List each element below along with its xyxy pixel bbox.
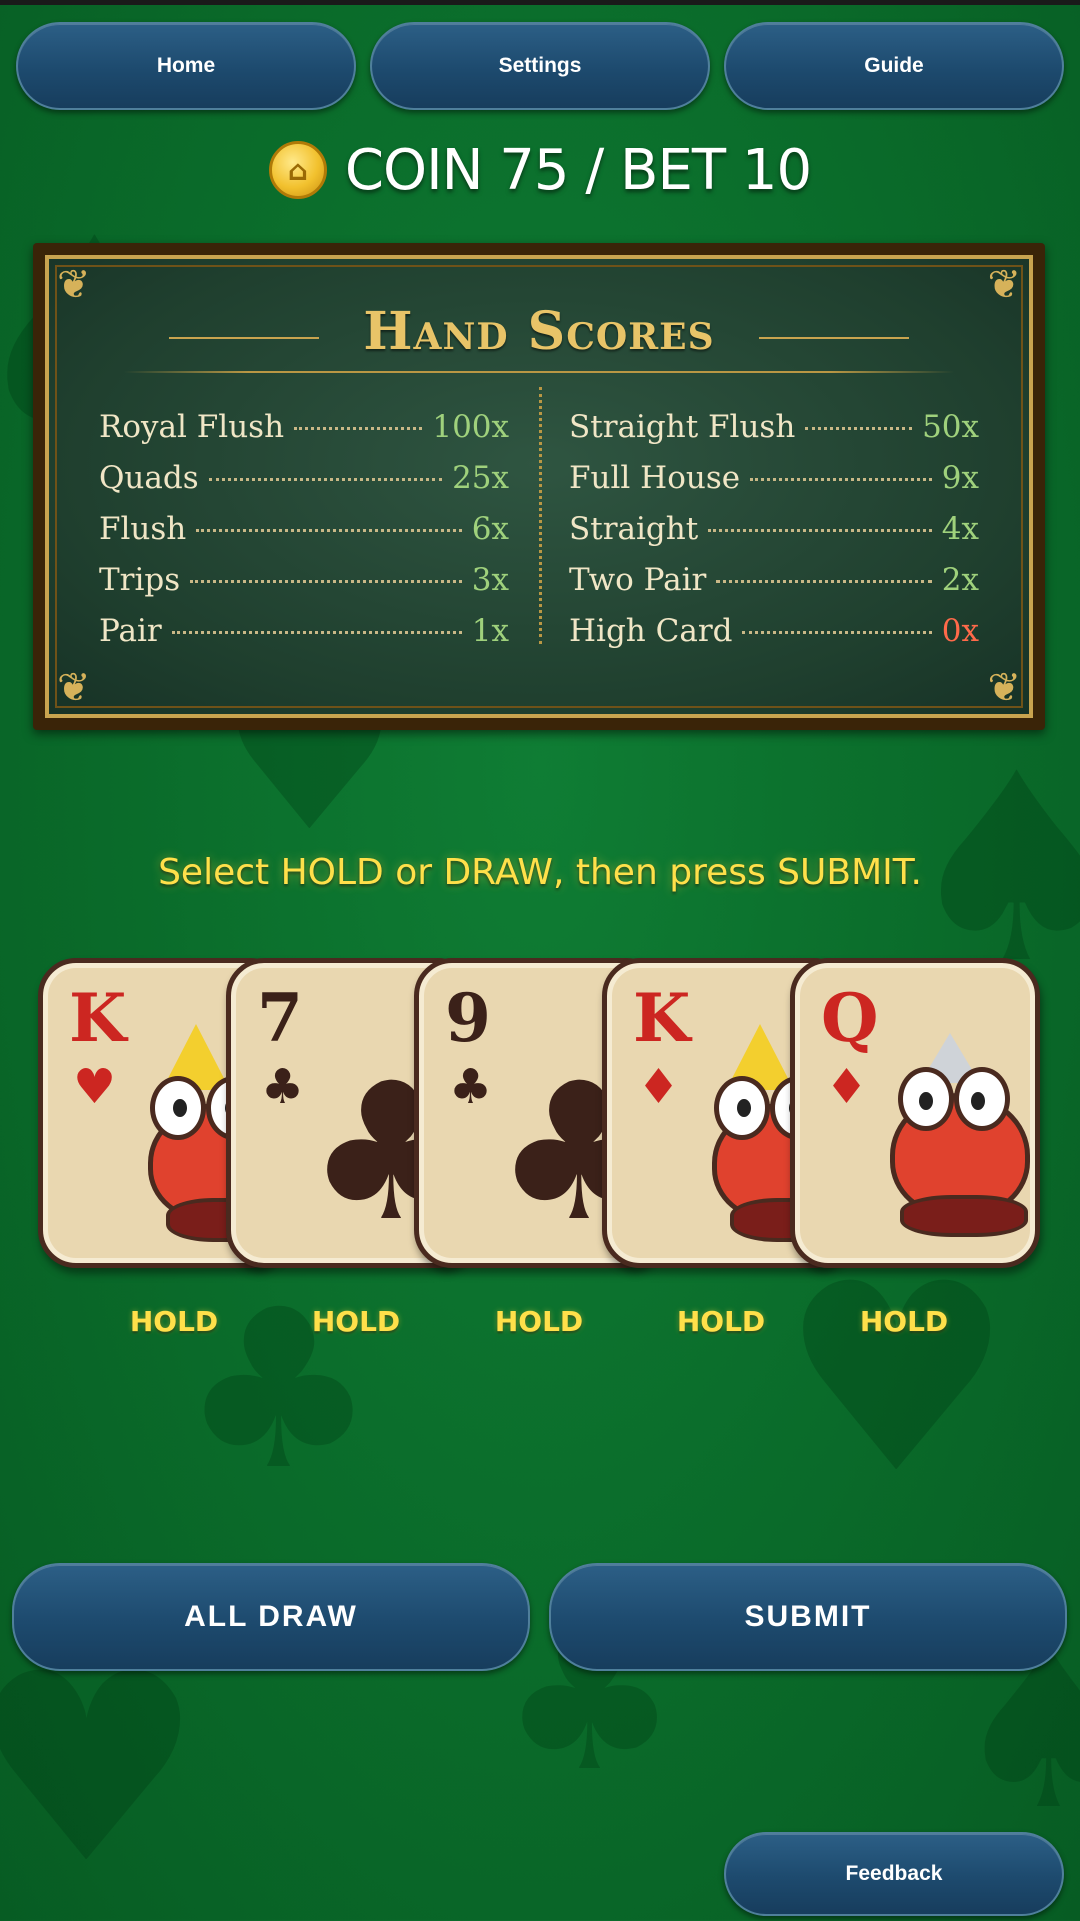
ornament-icon: ❦ (57, 665, 91, 711)
hand-multiplier: 6x (471, 511, 509, 547)
top-edge (0, 0, 1080, 5)
hand-name: Two Pair (569, 562, 707, 598)
hand-name: Pair (99, 613, 162, 649)
diamond-icon: ♦ (825, 1059, 869, 1115)
score-row: Pair 1x (99, 613, 509, 664)
ornament-icon: ❦ (987, 262, 1021, 308)
club-icon: ♣ (449, 1059, 493, 1115)
hand-name: Flush (99, 511, 187, 547)
score-row: Full House 9x (569, 460, 979, 511)
all-draw-button[interactable]: ALL DRAW (12, 1563, 530, 1671)
hold-toggle-4[interactable]: HOLD (641, 1305, 801, 1338)
club-icon: ♣ (261, 1059, 305, 1115)
score-row: Straight 4x (569, 511, 979, 562)
hand-name: Straight Flush (569, 409, 796, 445)
submit-button[interactable]: SUBMIT (549, 1563, 1067, 1671)
score-row: Royal Flush 100x (99, 409, 509, 460)
score-column-right: Straight Flush 50x Full House 9x Straight 4… (569, 409, 979, 664)
hand-multiplier: 0x (941, 613, 979, 649)
hand-name: High Card (569, 613, 733, 649)
frog-queen-icon (880, 1023, 1030, 1237)
bg-heart-icon: ♥ (0, 1619, 204, 1921)
hand-name: Quads (99, 460, 199, 496)
hand-name: Trips (99, 562, 181, 598)
coin-bet-text: COIN 75 / BET 10 (344, 137, 812, 203)
hold-toggle-5[interactable]: HOLD (824, 1305, 984, 1338)
card-rank: 7 (257, 979, 303, 1057)
score-row: High Card 0x (569, 613, 979, 664)
score-row: Two Pair 2x (569, 562, 979, 613)
diamond-icon: ♦ (637, 1059, 681, 1115)
coin-icon: ⌂ (268, 141, 327, 199)
hand-multiplier: 100x (432, 409, 509, 445)
instruction-text: Select HOLD or DRAW, then press SUBMIT. (158, 852, 922, 893)
hand-name: Royal Flush (99, 409, 285, 445)
hand-name: Straight (569, 511, 699, 547)
hand-multiplier: 4x (941, 511, 979, 547)
hand-multiplier: 2x (941, 562, 979, 598)
home-button[interactable]: Home (16, 22, 356, 110)
bg-heart-icon: ♥ (780, 1229, 1014, 1531)
settings-button[interactable]: Settings (370, 22, 710, 110)
hand-multiplier: 50x (922, 409, 979, 445)
hand-multiplier: 25x (452, 460, 509, 496)
card-5[interactable]: Q ♦ (790, 958, 1040, 1268)
card-rank: K (633, 979, 691, 1057)
board-title: Hand Scores (363, 301, 715, 362)
score-row: Flush 6x (99, 511, 509, 562)
score-row: Quads 25x (99, 460, 509, 511)
ornament-icon: ❦ (987, 665, 1021, 711)
hold-toggle-3[interactable]: HOLD (459, 1305, 619, 1338)
card-rank: K (69, 979, 127, 1057)
card-rank: Q (821, 979, 879, 1057)
coin-bet-display: ⌂ COIN 75 / BET 10 (0, 130, 1080, 210)
ornament-icon: ❦ (57, 262, 91, 308)
score-column-left: Royal Flush 100x Quads 25x Flush 6x Trips 3x… (99, 409, 509, 664)
feedback-button[interactable]: Feedback (724, 1832, 1064, 1916)
title-rule (124, 371, 954, 373)
column-divider (539, 387, 542, 644)
hand-multiplier: 1x (471, 613, 509, 649)
heart-icon: ♥ (73, 1059, 117, 1115)
hand-multiplier: 9x (941, 460, 979, 496)
card-rank: 9 (445, 979, 491, 1057)
hand-scores-board: ❦ ❦ ❦ ❦ Hand Scores Royal Flush 100x Quad… (33, 243, 1045, 730)
hand-multiplier: 3x (471, 562, 509, 598)
guide-button[interactable]: Guide (724, 22, 1064, 110)
score-row: Trips 3x (99, 562, 509, 613)
score-row: Straight Flush 50x (569, 409, 979, 460)
hand-name: Full House (569, 460, 741, 496)
hold-toggle-2[interactable]: HOLD (276, 1305, 436, 1338)
hold-toggle-1[interactable]: HOLD (94, 1305, 254, 1338)
